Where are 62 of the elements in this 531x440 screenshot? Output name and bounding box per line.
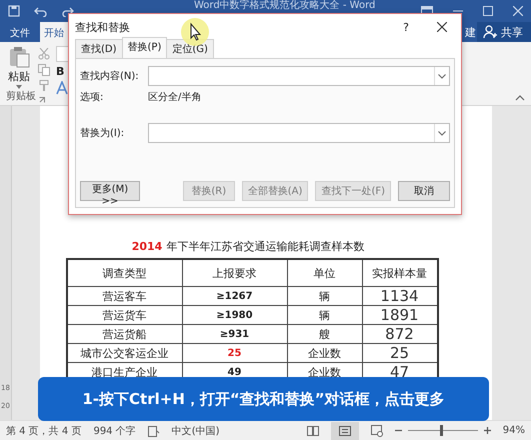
dialog-button[interactable]: 取消 bbox=[398, 181, 450, 201]
dialog-launcher-icon[interactable] bbox=[39, 97, 45, 103]
person-add-icon bbox=[483, 25, 497, 39]
ribbon-tab[interactable]: 建 bbox=[465, 22, 476, 42]
table-cell: 辆 bbox=[287, 286, 362, 306]
text-effects-icon[interactable] bbox=[56, 81, 68, 95]
redo-icon[interactable] bbox=[62, 5, 74, 17]
dialog-button[interactable]: 更多(M) >> bbox=[80, 181, 140, 201]
table-cell: 25 bbox=[362, 344, 438, 362]
table-cell: 城市公交客运企业 bbox=[66, 344, 182, 362]
table-cell: 1134 bbox=[362, 286, 438, 306]
collapse-ribbon-icon[interactable] bbox=[515, 95, 525, 101]
table-cell: 营运货船 bbox=[66, 324, 182, 344]
dropdown-arrow-icon[interactable] bbox=[16, 85, 22, 89]
undo-icon[interactable] bbox=[34, 5, 48, 17]
group-label: 剪贴板 bbox=[6, 90, 36, 103]
zoom-level[interactable]: 94% bbox=[502, 425, 525, 436]
bold-button[interactable]: B bbox=[56, 65, 64, 78]
read-mode-icon[interactable] bbox=[306, 426, 319, 436]
plus-icon[interactable] bbox=[484, 427, 491, 434]
table-cell: ≥931 bbox=[182, 324, 287, 344]
table-cell: 营运货车 bbox=[66, 306, 182, 324]
table-cell: 872 bbox=[362, 324, 438, 344]
page-count[interactable]: 第 4 页，共 4 页 bbox=[6, 424, 82, 438]
table-cell: ≥1980 bbox=[182, 306, 287, 324]
dialog-tab[interactable]: 查找(D) bbox=[75, 39, 123, 58]
language-indicator[interactable]: 中文(中国) bbox=[172, 424, 220, 438]
close-icon[interactable] bbox=[437, 22, 447, 32]
options-value: 区分全/半角 bbox=[148, 90, 202, 104]
dialog-tab[interactable]: 替换(P) bbox=[122, 37, 168, 58]
table-cell: ≥1267 bbox=[182, 286, 287, 306]
share-button[interactable]: 共享 bbox=[477, 22, 531, 42]
options-label: 选项: bbox=[80, 90, 104, 104]
document-title: 年下半年江苏省交通运输能耗调查样本数 bbox=[166, 239, 364, 254]
share-label: 共享 bbox=[501, 24, 523, 40]
column-header: 单位 bbox=[287, 259, 362, 286]
paste-icon[interactable] bbox=[8, 46, 30, 68]
web-layout-icon[interactable] bbox=[370, 424, 383, 436]
zoom-slider-thumb[interactable] bbox=[440, 425, 443, 436]
table-cell: 营运客车 bbox=[66, 286, 182, 306]
table-cell: 企业数 bbox=[287, 344, 362, 362]
caption-banner: 1-按下Ctrl+H，打开“查找和替换”对话框，点击更多 bbox=[38, 377, 489, 421]
table-cell: 25 bbox=[182, 344, 287, 362]
field-label: 替换为(I): bbox=[80, 126, 126, 140]
maximize-icon[interactable] bbox=[483, 6, 493, 16]
table-cell: 辆 bbox=[287, 306, 362, 324]
ribbon-tab[interactable]: 开始 bbox=[40, 22, 68, 42]
column-header: 上报要求 bbox=[182, 259, 287, 286]
dialog-title: 查找和替换 bbox=[75, 20, 130, 34]
word-count[interactable]: 994 个字 bbox=[93, 424, 136, 438]
save-icon[interactable] bbox=[8, 5, 20, 17]
column-header: 调查类型 bbox=[66, 259, 182, 286]
proofing-icon[interactable] bbox=[148, 424, 160, 436]
table-cell: 1891 bbox=[362, 306, 438, 324]
ribbon-tab[interactable]: 文件 bbox=[0, 22, 40, 42]
paste-button[interactable]: 粘贴 bbox=[8, 69, 30, 84]
table-cell: 艘 bbox=[287, 324, 362, 344]
minus-icon bbox=[394, 427, 402, 434]
field-label: 查找内容(N): bbox=[80, 70, 140, 83]
document-title-year: 2014 bbox=[132, 240, 162, 253]
print-layout-icon[interactable] bbox=[338, 426, 351, 436]
help-button[interactable]: ? bbox=[403, 20, 409, 34]
